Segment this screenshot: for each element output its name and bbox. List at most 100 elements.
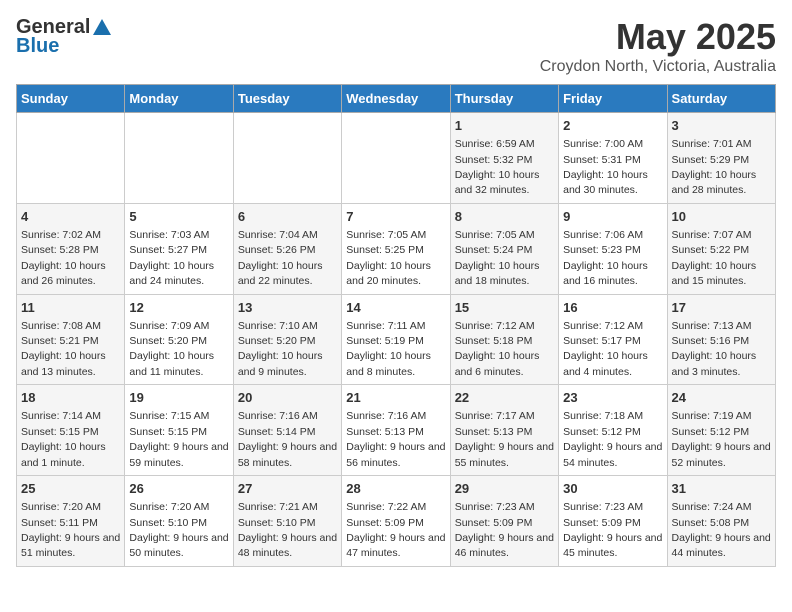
calendar-cell — [233, 113, 341, 204]
day-number: 18 — [21, 389, 120, 407]
column-header-wednesday: Wednesday — [342, 85, 450, 113]
calendar-cell: 14 Sunrise: 7:11 AMSunset: 5:19 PMDayligh… — [342, 294, 450, 385]
day-number: 16 — [563, 299, 662, 317]
day-detail: Sunrise: 7:10 AMSunset: 5:20 PMDaylight:… — [238, 320, 323, 378]
calendar-cell: 9 Sunrise: 7:06 AMSunset: 5:23 PMDaylight… — [559, 203, 667, 294]
day-detail: Sunrise: 7:05 AMSunset: 5:24 PMDaylight:… — [455, 229, 540, 287]
calendar-cell: 7 Sunrise: 7:05 AMSunset: 5:25 PMDaylight… — [342, 203, 450, 294]
day-detail: Sunrise: 6:59 AMSunset: 5:32 PMDaylight:… — [455, 138, 540, 196]
calendar-cell: 11 Sunrise: 7:08 AMSunset: 5:21 PMDayligh… — [17, 294, 125, 385]
day-number: 30 — [563, 480, 662, 498]
calendar-cell: 20Sunrise: 7:16 AMSunset: 5:14 PMDayligh… — [233, 385, 341, 476]
calendar-cell: 6 Sunrise: 7:04 AMSunset: 5:26 PMDaylight… — [233, 203, 341, 294]
calendar-cell: 18 Sunrise: 7:14 AMSunset: 5:15 PMDayligh… — [17, 385, 125, 476]
day-detail: Sunrise: 7:03 AMSunset: 5:27 PMDaylight:… — [129, 229, 214, 287]
calendar-cell: 27Sunrise: 7:21 AMSunset: 5:10 PMDayligh… — [233, 476, 341, 567]
calendar-cell: 5 Sunrise: 7:03 AMSunset: 5:27 PMDaylight… — [125, 203, 233, 294]
day-number: 1 — [455, 117, 554, 135]
day-detail: Sunrise: 7:08 AMSunset: 5:21 PMDaylight:… — [21, 320, 106, 378]
day-number: 15 — [455, 299, 554, 317]
column-header-saturday: Saturday — [667, 85, 775, 113]
calendar-cell: 26 Sunrise: 7:20 AMSunset: 5:10 PMDayligh… — [125, 476, 233, 567]
day-number: 6 — [238, 208, 337, 226]
calendar-cell — [125, 113, 233, 204]
day-detail: Sunrise: 7:21 AMSunset: 5:10 PMDaylight:… — [238, 501, 337, 559]
calendar-cell — [342, 113, 450, 204]
day-number: 11 — [21, 299, 120, 317]
day-detail: Sunrise: 7:07 AMSunset: 5:22 PMDaylight:… — [672, 229, 757, 287]
calendar-week-3: 18 Sunrise: 7:14 AMSunset: 5:15 PMDayligh… — [17, 385, 776, 476]
calendar-cell: 10 Sunrise: 7:07 AMSunset: 5:22 PMDayligh… — [667, 203, 775, 294]
day-number: 31 — [672, 480, 771, 498]
day-detail: Sunrise: 7:17 AMSunset: 5:13 PMDaylight:… — [455, 410, 554, 468]
day-number: 12 — [129, 299, 228, 317]
calendar-cell: 13 Sunrise: 7:10 AMSunset: 5:20 PMDayligh… — [233, 294, 341, 385]
day-detail: Sunrise: 7:05 AMSunset: 5:25 PMDaylight:… — [346, 229, 431, 287]
month-title: May 2025 — [540, 16, 776, 58]
column-header-sunday: Sunday — [17, 85, 125, 113]
page-header: General Blue May 2025 Croydon North, Vic… — [16, 16, 776, 76]
day-detail: Sunrise: 7:16 AMSunset: 5:13 PMDaylight:… — [346, 410, 445, 468]
day-number: 9 — [563, 208, 662, 226]
day-detail: Sunrise: 7:04 AMSunset: 5:26 PMDaylight:… — [238, 229, 323, 287]
day-number: 26 — [129, 480, 228, 498]
day-number: 3 — [672, 117, 771, 135]
day-detail: Sunrise: 7:12 AMSunset: 5:18 PMDaylight:… — [455, 320, 540, 378]
day-detail: Sunrise: 7:14 AMSunset: 5:15 PMDaylight:… — [21, 410, 106, 468]
calendar-week-0: 1 Sunrise: 6:59 AMSunset: 5:32 PMDaylight… — [17, 113, 776, 204]
day-detail: Sunrise: 7:24 AMSunset: 5:08 PMDaylight:… — [672, 501, 771, 559]
day-number: 14 — [346, 299, 445, 317]
calendar-cell: 17Sunrise: 7:13 AMSunset: 5:16 PMDayligh… — [667, 294, 775, 385]
day-number: 22 — [455, 389, 554, 407]
day-number: 28 — [346, 480, 445, 498]
day-number: 23 — [563, 389, 662, 407]
day-detail: Sunrise: 7:01 AMSunset: 5:29 PMDaylight:… — [672, 138, 757, 196]
day-number: 10 — [672, 208, 771, 226]
logo: General Blue — [16, 16, 114, 58]
day-number: 29 — [455, 480, 554, 498]
calendar-cell: 21 Sunrise: 7:16 AMSunset: 5:13 PMDayligh… — [342, 385, 450, 476]
day-detail: Sunrise: 7:06 AMSunset: 5:23 PMDaylight:… — [563, 229, 648, 287]
day-number: 17 — [672, 299, 771, 317]
calendar-cell: 15 Sunrise: 7:12 AMSunset: 5:18 PMDayligh… — [450, 294, 558, 385]
day-number: 13 — [238, 299, 337, 317]
day-detail: Sunrise: 7:18 AMSunset: 5:12 PMDaylight:… — [563, 410, 662, 468]
day-detail: Sunrise: 7:11 AMSunset: 5:19 PMDaylight:… — [346, 320, 431, 378]
calendar-cell: 19Sunrise: 7:15 AMSunset: 5:15 PMDayligh… — [125, 385, 233, 476]
day-detail: Sunrise: 7:20 AMSunset: 5:10 PMDaylight:… — [129, 501, 228, 559]
calendar-table: SundayMondayTuesdayWednesdayThursdayFrid… — [16, 84, 776, 567]
calendar-cell: 25Sunrise: 7:20 AMSunset: 5:11 PMDayligh… — [17, 476, 125, 567]
calendar-cell: 31 Sunrise: 7:24 AMSunset: 5:08 PMDayligh… — [667, 476, 775, 567]
calendar-cell: 12Sunrise: 7:09 AMSunset: 5:20 PMDayligh… — [125, 294, 233, 385]
calendar-cell: 22 Sunrise: 7:17 AMSunset: 5:13 PMDayligh… — [450, 385, 558, 476]
day-number: 20 — [238, 389, 337, 407]
day-detail: Sunrise: 7:23 AMSunset: 5:09 PMDaylight:… — [563, 501, 662, 559]
title-area: May 2025 Croydon North, Victoria, Austra… — [540, 16, 776, 76]
calendar-cell: 3 Sunrise: 7:01 AMSunset: 5:29 PMDaylight… — [667, 113, 775, 204]
calendar-cell: 16 Sunrise: 7:12 AMSunset: 5:17 PMDayligh… — [559, 294, 667, 385]
logo-blue: Blue — [16, 35, 59, 58]
day-number: 21 — [346, 389, 445, 407]
calendar-cell: 29Sunrise: 7:23 AMSunset: 5:09 PMDayligh… — [450, 476, 558, 567]
day-detail: Sunrise: 7:00 AMSunset: 5:31 PMDaylight:… — [563, 138, 648, 196]
day-number: 25 — [21, 480, 120, 498]
calendar-cell: 24Sunrise: 7:19 AMSunset: 5:12 PMDayligh… — [667, 385, 775, 476]
calendar-cell: 4Sunrise: 7:02 AMSunset: 5:28 PMDaylight… — [17, 203, 125, 294]
day-number: 4 — [21, 208, 120, 226]
logo-icon — [91, 17, 113, 39]
day-number: 19 — [129, 389, 228, 407]
calendar-cell: 2Sunrise: 7:00 AMSunset: 5:31 PMDaylight… — [559, 113, 667, 204]
day-number: 7 — [346, 208, 445, 226]
calendar-cell: 23 Sunrise: 7:18 AMSunset: 5:12 PMDayligh… — [559, 385, 667, 476]
column-header-tuesday: Tuesday — [233, 85, 341, 113]
column-header-thursday: Thursday — [450, 85, 558, 113]
calendar-header-row: SundayMondayTuesdayWednesdayThursdayFrid… — [17, 85, 776, 113]
day-number: 8 — [455, 208, 554, 226]
column-header-friday: Friday — [559, 85, 667, 113]
calendar-cell: 8 Sunrise: 7:05 AMSunset: 5:24 PMDaylight… — [450, 203, 558, 294]
day-detail: Sunrise: 7:12 AMSunset: 5:17 PMDaylight:… — [563, 320, 648, 378]
day-number: 24 — [672, 389, 771, 407]
calendar-week-4: 25Sunrise: 7:20 AMSunset: 5:11 PMDayligh… — [17, 476, 776, 567]
location-subtitle: Croydon North, Victoria, Australia — [540, 58, 776, 76]
day-number: 5 — [129, 208, 228, 226]
